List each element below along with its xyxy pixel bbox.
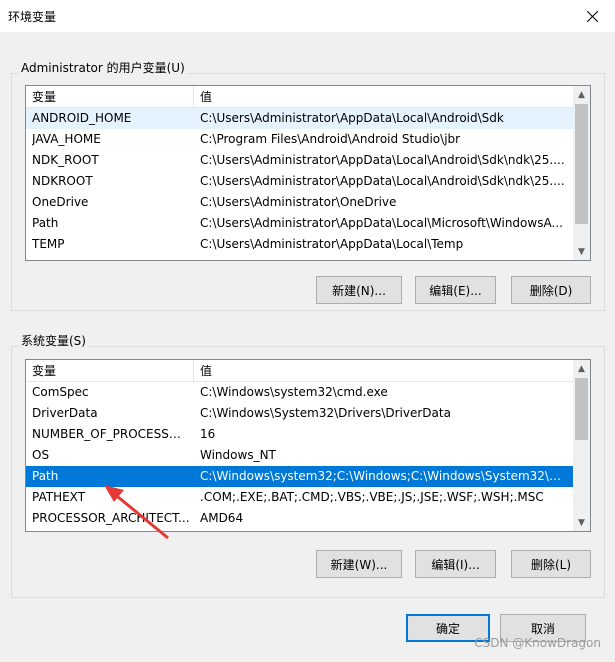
table-row[interactable]: ANDROID_HOME C:\Users\Administrator\AppDa… [26, 108, 573, 129]
scroll-down-arrow-icon[interactable]: ▼ [573, 514, 590, 531]
system-new-button[interactable]: 新建(W)... [316, 550, 402, 578]
column-header-variable[interactable]: 变量 [26, 360, 194, 382]
user-delete-button[interactable]: 删除(D) [511, 276, 591, 304]
variable-value-cell: C:\Users\Administrator\OneDrive [200, 195, 397, 209]
vertical-scrollbar[interactable]: ▲ ▼ [573, 86, 590, 260]
close-icon [586, 10, 598, 22]
variable-name-cell: NDKROOT [32, 174, 93, 188]
table-row[interactable]: ComSpec C:\Windows\system32\cmd.exe [26, 382, 573, 403]
variable-name-cell: NDK_ROOT [32, 153, 99, 167]
table-row[interactable]: OS Windows_NT [26, 445, 573, 466]
variable-value-cell: C:\Program Files\Android\Android Studio\… [200, 132, 461, 146]
column-header-variable[interactable]: 变量 [26, 86, 194, 108]
variable-value-cell: C:\Users\Administrator\AppData\Local\And… [200, 153, 565, 167]
variable-value-cell: AMD64 [200, 511, 244, 525]
table-row[interactable]: JAVA_HOME C:\Program Files\Android\Androi… [26, 129, 573, 150]
variable-value-cell: C:\Users\Administrator\AppData\Local\Tem… [200, 237, 464, 251]
watermark: CSDN @KnowDragon [474, 636, 601, 650]
variable-name-cell: PATHEXT [32, 490, 86, 504]
variable-value-cell: C:\Windows\system32;C:\Windows;C:\Window… [200, 469, 569, 483]
variable-name-cell: OS [32, 448, 50, 462]
variable-name-cell: DriverData [32, 406, 98, 420]
list-header: 变量 值 [26, 360, 573, 382]
scroll-up-arrow-icon[interactable]: ▲ [573, 86, 590, 103]
variable-name-cell: ComSpec [32, 385, 89, 399]
variable-name-cell: JAVA_HOME [32, 132, 101, 146]
title-bar: 环境变量 [0, 0, 615, 32]
variable-value-cell: C:\Users\Administrator\AppData\Local\Mic… [200, 216, 563, 230]
scrollbar-thumb[interactable] [575, 104, 588, 224]
scroll-up-arrow-icon[interactable]: ▲ [573, 360, 590, 377]
vertical-scrollbar[interactable]: ▲ ▼ [573, 360, 590, 531]
variable-name-cell: ANDROID_HOME [32, 111, 132, 125]
list-header: 变量 值 [26, 86, 573, 108]
variable-value-cell: C:\Windows\System32\Drivers\DriverData [200, 406, 451, 420]
system-delete-button[interactable]: 删除(L) [511, 550, 591, 578]
close-button[interactable] [569, 0, 615, 32]
variable-value-cell: C:\Users\Administrator\AppData\Local\And… [200, 174, 565, 188]
scrollbar-thumb[interactable] [575, 378, 588, 440]
table-row[interactable]: DriverData C:\Windows\System32\Drivers\Dr… [26, 403, 573, 424]
window-title: 环境变量 [8, 10, 57, 24]
column-header-value[interactable]: 值 [194, 86, 573, 108]
table-row[interactable]: PROCESSOR_ARCHITECT... AMD64 [26, 508, 573, 529]
variable-value-cell: .COM;.EXE;.BAT;.CMD;.VBS;.VBE;.JS;.JSE;.… [200, 490, 544, 504]
table-row[interactable]: NDKROOT C:\Users\Administrator\AppData\Lo… [26, 171, 573, 192]
system-variables-rows: ComSpec C:\Windows\system32\cmd.exe Driver… [26, 382, 573, 531]
user-new-button[interactable]: 新建(N)... [316, 276, 402, 304]
user-variables-label: Administrator 的用户变量(U) [19, 59, 187, 76]
user-edit-button[interactable]: 编辑(E)... [415, 276, 496, 304]
table-row[interactable]: Path C:\Windows\system32;C:\Windows;C:\Wi… [26, 466, 573, 487]
table-row[interactable]: Path C:\Users\Administrator\AppData\Local… [26, 213, 573, 234]
variable-name-cell: OneDrive [32, 195, 89, 209]
table-row[interactable]: TEMP C:\Users\Administrator\AppData\Local… [26, 234, 573, 255]
variable-value-cell: 16 [200, 427, 216, 441]
variable-value-cell: Windows_NT [200, 448, 276, 462]
column-header-value[interactable]: 值 [194, 360, 573, 382]
system-variables-label: 系统变量(S) [19, 332, 88, 349]
variable-value-cell: C:\Users\Administrator\AppData\Local\And… [200, 111, 504, 125]
variable-name-cell: PROCESSOR_ARCHITECT... [32, 511, 190, 525]
table-row[interactable]: PATHEXT .COM;.EXE;.BAT;.CMD;.VBS;.VBE;.JS… [26, 487, 573, 508]
system-edit-button[interactable]: 编辑(I)... [415, 550, 496, 578]
variable-value-cell: C:\Windows\system32\cmd.exe [200, 385, 388, 399]
variable-name-cell: TEMP [32, 237, 65, 251]
system-variables-list[interactable]: 变量 值 ComSpec C:\Windows\system32\cmd.exe D… [25, 359, 591, 532]
variable-name-cell: Path [32, 216, 59, 230]
variable-name-cell: NUMBER_OF_PROCESSORS [32, 427, 190, 441]
user-variables-list[interactable]: 变量 值 ANDROID_HOME C:\Users\Administrator\… [25, 85, 591, 261]
variable-name-cell: Path [32, 469, 59, 483]
table-row[interactable]: NUMBER_OF_PROCESSORS 16 [26, 424, 573, 445]
table-row[interactable]: OneDrive C:\Users\Administrator\OneDrive [26, 192, 573, 213]
scroll-down-arrow-icon[interactable]: ▼ [573, 243, 590, 260]
user-variables-rows: ANDROID_HOME C:\Users\Administrator\AppDa… [26, 108, 573, 260]
table-row[interactable]: NDK_ROOT C:\Users\Administrator\AppData\L… [26, 150, 573, 171]
